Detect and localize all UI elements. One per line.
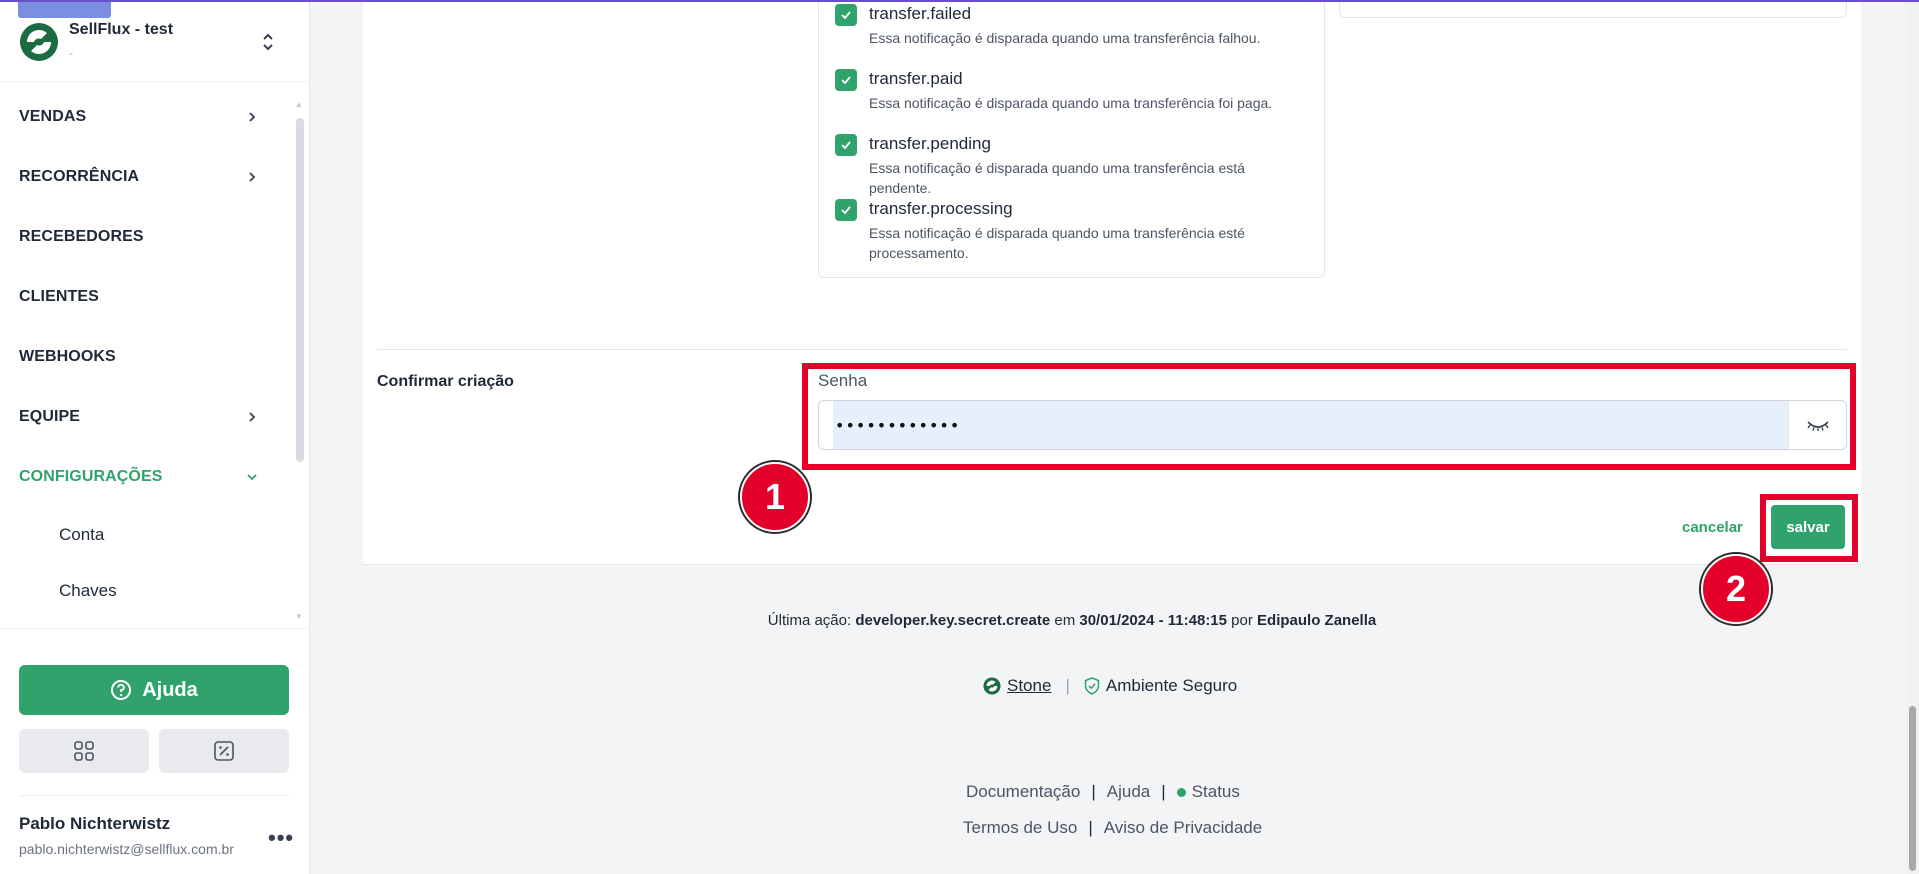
divider (19, 795, 289, 796)
org-name: SellFlux - test (69, 21, 174, 38)
footer-links-row-2: Termos de Uso | Aviso de Privacidade (963, 818, 1262, 838)
separator: | (1161, 782, 1166, 801)
side-panel-box (1339, 0, 1847, 18)
status-dot-icon (1176, 788, 1186, 797)
user-email: pablo.nichterwistz@sellflux.com.br (19, 841, 234, 857)
apps-button[interactable] (19, 729, 149, 773)
last-action-time: 30/01/2024 - 11:48:15 (1079, 612, 1227, 629)
last-action-por: por (1231, 612, 1253, 629)
chevron-right-icon (249, 412, 256, 422)
check-icon (841, 11, 851, 20)
user-name: Pablo Nichterwistz (19, 814, 171, 833)
sidebar-item-label: CLIENTES (19, 288, 99, 305)
sidebar: SellFlux - test - ▲ ▼ VENDAS RECORRÊNCIA… (0, 0, 310, 874)
chevron-right-icon (249, 112, 256, 122)
grid-icon (74, 741, 94, 761)
last-action-name: developer.key.secret.create (855, 612, 1051, 629)
sidebar-item-label: VENDAS (19, 108, 87, 125)
footer-link-help[interactable]: Ajuda (1107, 782, 1150, 802)
event-name: transfer.paid (869, 69, 963, 88)
footer-link-status[interactable]: Status (1176, 782, 1240, 802)
checkbox-checked[interactable] (835, 4, 857, 26)
sidebar-subitem-conta[interactable]: Conta (59, 525, 104, 545)
secure-environment-label: Ambiente Seguro (1105, 676, 1238, 695)
percent-icon (214, 741, 234, 761)
section-divider (377, 349, 1847, 350)
event-name: transfer.failed (869, 4, 972, 23)
question-circle-icon (111, 680, 132, 700)
highlight-box-save (1760, 494, 1858, 562)
secure-environment-row: Stone | Ambiente Seguro (983, 676, 1237, 696)
cancel-button[interactable]: cancelar (1682, 519, 1743, 536)
event-description: Essa notificação é disparada quando uma … (869, 225, 1245, 261)
sidebar-item-recebedores[interactable]: RECEBEDORES (19, 222, 259, 252)
more-options-icon[interactable]: ••• (268, 825, 294, 851)
sidebar-item-vendas[interactable]: VENDAS (19, 102, 259, 132)
sidebar-footer: Ajuda Pablo Nichterwistz pablo.nichterwi… (0, 628, 310, 874)
sidebar-item-equipe[interactable]: EQUIPE (19, 402, 259, 432)
event-name: transfer.pending (869, 134, 991, 153)
sidebar-subitem-chaves[interactable]: Chaves (59, 581, 117, 601)
sidebar-item-webhooks[interactable]: WEBHOOKS (19, 342, 259, 372)
footer-links-row-1: Documentação | Ajuda | Status (966, 782, 1240, 802)
sidebar-item-recorrencia[interactable]: RECORRÊNCIA (19, 162, 259, 192)
org-subtitle: - (69, 46, 73, 60)
highlight-box-password (802, 363, 1856, 470)
event-description: Essa notificação é disparada quando uma … (869, 160, 1245, 196)
help-button-label: Ajuda (142, 678, 198, 701)
chevron-up-down-icon[interactable] (260, 30, 276, 54)
last-action-info: Última ação: developer.key.secret.create… (0, 612, 1919, 629)
sidebar-item-label: WEBHOOKS (19, 348, 116, 365)
sidebar-item-label: RECEBEDORES (19, 228, 144, 245)
check-icon (841, 141, 851, 150)
sidebar-item-label: RECORRÊNCIA (19, 168, 140, 185)
last-action-user: Edipaulo Zanella (1257, 612, 1377, 629)
fees-button[interactable] (159, 729, 289, 773)
last-action-em: em (1054, 612, 1076, 629)
last-action-prefix: Última ação: (767, 612, 852, 629)
confirm-creation-label: Confirmar criação (377, 373, 514, 390)
checkbox-checked[interactable] (835, 69, 857, 91)
sidebar-item-label: CONFIGURAÇÕES (19, 468, 163, 485)
separator: | (1065, 676, 1070, 695)
step-badge-1: 1 (740, 462, 810, 532)
stone-link[interactable]: Stone (1007, 676, 1051, 696)
chevron-down-icon (247, 474, 257, 481)
org-tab-indicator (18, 0, 111, 18)
sidebar-nav: VENDAS RECORRÊNCIA RECEBEDORES CLIENTES … (0, 90, 300, 620)
page-scrollbar-thumb[interactable] (1909, 706, 1916, 871)
separator: | (1088, 818, 1093, 837)
chevron-right-icon (249, 172, 256, 182)
check-icon (841, 206, 851, 215)
footer-link-privacy[interactable]: Aviso de Privacidade (1104, 818, 1262, 838)
shield-check-icon (1084, 677, 1100, 695)
footer-status-label: Status (1191, 782, 1240, 801)
sidebar-item-label: EQUIPE (19, 408, 81, 425)
separator: | (1091, 782, 1096, 801)
help-button[interactable]: Ajuda (19, 665, 289, 715)
check-icon (841, 76, 851, 85)
top-accent-line (0, 0, 1919, 2)
stone-logo-icon (983, 677, 1001, 695)
footer-link-terms[interactable]: Termos de Uso (963, 818, 1077, 838)
org-logo-icon (20, 23, 58, 61)
event-name: transfer.processing (869, 199, 1013, 218)
event-description: Essa notificação é disparada quando uma … (869, 30, 1261, 46)
org-switcher[interactable]: SellFlux - test - (0, 0, 310, 82)
checkbox-checked[interactable] (835, 199, 857, 221)
footer-link-docs[interactable]: Documentação (966, 782, 1080, 802)
checkbox-checked[interactable] (835, 134, 857, 156)
sidebar-item-configuracoes[interactable]: CONFIGURAÇÕES (19, 462, 259, 492)
sidebar-item-clientes[interactable]: CLIENTES (19, 282, 259, 312)
event-description: Essa notificação é disparada quando uma … (869, 95, 1273, 111)
